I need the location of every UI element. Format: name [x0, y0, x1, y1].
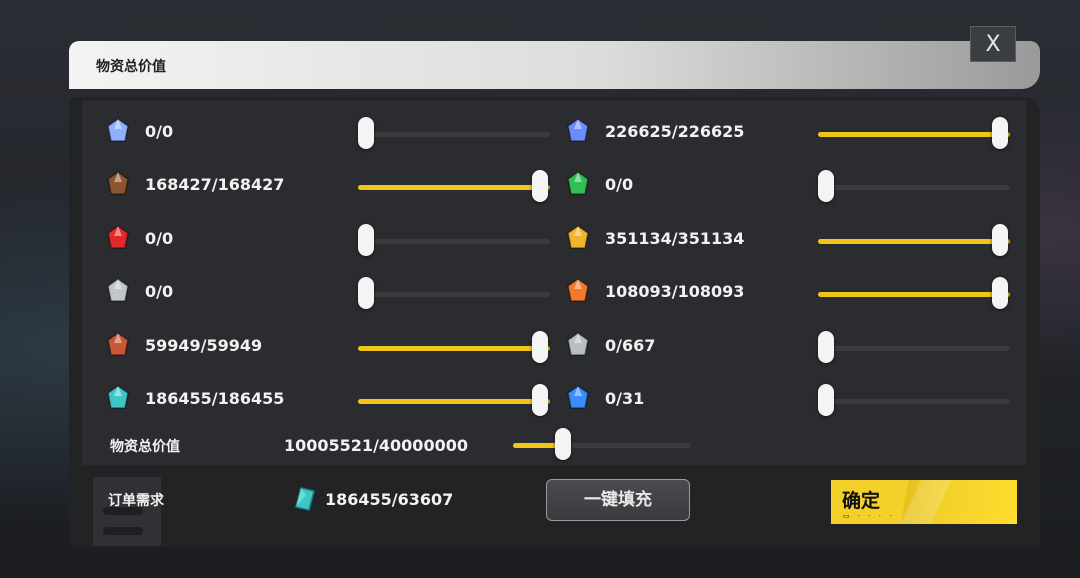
material-slider[interactable] [818, 170, 1010, 203]
teal-crystal-icon [104, 384, 132, 412]
slider-fill [358, 345, 550, 351]
total-value-slider[interactable] [513, 428, 691, 460]
button-decoration-dots: ▭ · · · · [843, 512, 895, 520]
order-demand-label: 订单需求 [108, 493, 164, 509]
red-crystal-icon [104, 224, 132, 252]
slider-track [818, 399, 1010, 404]
material-slider[interactable] [358, 117, 550, 149]
slider-fill [358, 185, 550, 191]
confirm-button[interactable]: 确定 ▭ · · · · [831, 480, 1017, 524]
slider-knob[interactable] [992, 277, 1008, 310]
confirm-label: 确定 [842, 490, 881, 512]
ore-chunk-icon [104, 331, 132, 359]
materials-area [82, 100, 1026, 465]
material-slider[interactable] [358, 170, 550, 203]
button-decoration [900, 480, 952, 524]
material-amount: 0/0 [145, 122, 174, 141]
material-slider[interactable] [358, 330, 550, 363]
total-value-amount: 10005521/40000000 [284, 436, 468, 455]
material-amount: 59949/59949 [145, 335, 263, 355]
slider-knob[interactable] [532, 170, 548, 203]
slider-knob[interactable] [992, 223, 1008, 256]
gold-bar-icon [564, 224, 592, 252]
slider-track [358, 238, 550, 244]
slider-track [358, 292, 550, 298]
bread-loaf-icon [104, 170, 132, 198]
slider-knob[interactable] [532, 330, 548, 363]
total-value-label: 物资总价值 [110, 439, 180, 455]
teal-crystal-icon [295, 487, 315, 511]
material-amount: 108093/108093 [605, 282, 745, 302]
orange-jar-icon [564, 277, 592, 305]
material-slider[interactable] [818, 277, 1010, 310]
slider-knob[interactable] [358, 277, 374, 310]
dialog-header: 物资总价值 [69, 41, 1040, 89]
material-slider[interactable] [358, 223, 550, 256]
order-demand-value: 186455/63607 [325, 490, 454, 509]
blue-orb-icon [564, 117, 592, 145]
slider-fill [818, 292, 1010, 298]
material-amount: 0/31 [605, 389, 645, 408]
silver-shard-icon [564, 331, 592, 359]
material-slider[interactable] [818, 330, 1010, 363]
slider-fill [358, 399, 550, 404]
material-slider[interactable] [818, 117, 1010, 149]
material-amount: 168427/168427 [145, 175, 285, 195]
slider-fill [513, 443, 558, 448]
slider-knob[interactable] [358, 223, 374, 256]
blue-flame-crystal-icon [564, 384, 592, 412]
blue-crystal-cluster-icon [104, 117, 132, 145]
material-amount: 226625/226625 [605, 122, 745, 141]
slider-track [818, 345, 1010, 351]
slider-knob[interactable] [532, 384, 548, 416]
slider-fill [818, 238, 1010, 244]
slider-knob[interactable] [818, 384, 834, 416]
close-button[interactable]: X [970, 26, 1016, 62]
dialog-title: 物资总价值 [96, 59, 166, 75]
slider-knob[interactable] [358, 117, 374, 149]
green-gem-icon [564, 170, 592, 198]
slider-track [358, 132, 550, 137]
slider-knob[interactable] [554, 428, 571, 460]
material-amount: 186455/186455 [145, 389, 285, 408]
material-amount: 0/667 [605, 335, 656, 355]
steel-plates-icon [104, 277, 132, 305]
material-slider[interactable] [818, 223, 1010, 256]
fill-all-button[interactable]: 一键填充 [546, 479, 690, 521]
slider-track [818, 185, 1010, 191]
order-panel [93, 477, 161, 546]
material-amount: 0/0 [145, 228, 174, 248]
slider-knob[interactable] [818, 170, 834, 203]
material-slider[interactable] [818, 384, 1010, 416]
order-placeholder-bar [103, 527, 143, 535]
slider-knob[interactable] [818, 330, 834, 363]
slider-knob[interactable] [992, 117, 1008, 149]
material-amount: 0/0 [605, 175, 634, 195]
material-slider[interactable] [358, 277, 550, 310]
material-slider[interactable] [358, 384, 550, 416]
material-amount: 0/0 [145, 282, 174, 302]
slider-fill [818, 132, 1010, 137]
material-amount: 351134/351134 [605, 228, 745, 248]
